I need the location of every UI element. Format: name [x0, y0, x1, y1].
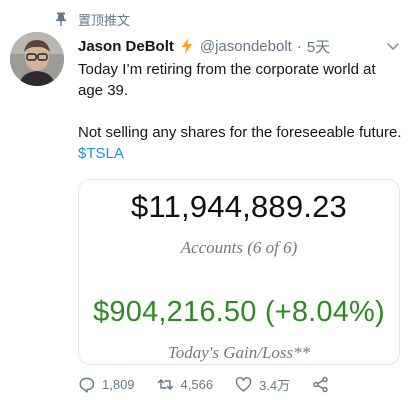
- tweet-header: Jason DeBolt @jasondebolt · 5天: [78, 35, 401, 57]
- pin-icon: [56, 12, 66, 26]
- reply-count: 1,809: [102, 376, 135, 392]
- reply-icon: [79, 377, 95, 393]
- share-button[interactable]: [312, 376, 336, 393]
- tweet-text-paragraph-2-text: Not selling any shares for the foreseeab…: [78, 124, 402, 141]
- like-count: 3.4万: [259, 377, 291, 393]
- user-handle[interactable]: @jasondebolt: [200, 38, 292, 55]
- reply-button[interactable]: 1,809: [78, 376, 135, 393]
- share-icon: [313, 376, 328, 392]
- media-image[interactable]: $11,944,889.23 Accounts (6 of 6) $904,21…: [78, 179, 400, 365]
- accounts-label: Accounts (6 of 6): [180, 238, 298, 257]
- separator-dot: ·: [296, 37, 302, 55]
- lightning-bolt-icon: [181, 38, 193, 54]
- display-name[interactable]: Jason DeBolt: [78, 38, 174, 55]
- cashtag-link[interactable]: $TSLA: [78, 145, 124, 162]
- tweet-text: Today I’m retiring from the corporate wo…: [78, 59, 403, 164]
- like-icon: [235, 376, 252, 392]
- daily-gain: $904,216.50 (+8.04%): [93, 296, 385, 328]
- retweet-button[interactable]: 4,566: [157, 376, 214, 393]
- avatar[interactable]: [10, 32, 64, 86]
- tweet-text-paragraph-2: Not selling any shares for the foreseeab…: [78, 122, 403, 164]
- gain-loss-label: Today's Gain/Loss**: [167, 343, 311, 362]
- pinned-tweet-indicator: 置顶推文: [55, 10, 130, 28]
- chevron-down-icon[interactable]: [385, 38, 401, 54]
- pinned-label: 置顶推文: [78, 12, 131, 28]
- tweet-text-paragraph-1: Today I’m retiring from the corporate wo…: [78, 61, 376, 99]
- tweet-actions: 1,809 4,566 3.4万: [78, 374, 336, 394]
- tweet-timestamp[interactable]: 5天: [307, 36, 330, 57]
- retweet-icon: [157, 378, 173, 390]
- like-button[interactable]: 3.4万: [235, 375, 290, 394]
- retweet-count: 4,566: [180, 376, 214, 392]
- avatar-image: [10, 32, 64, 86]
- account-balance: $11,944,889.23: [131, 189, 347, 224]
